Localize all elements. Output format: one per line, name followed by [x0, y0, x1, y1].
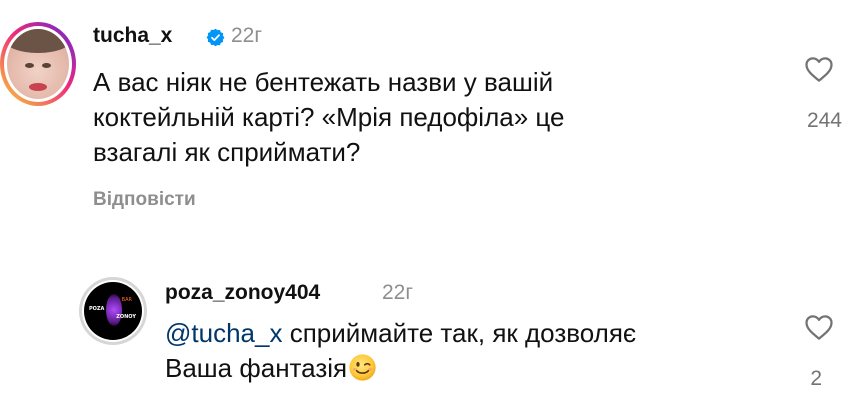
- avatar[interactable]: POZA ZONOY BAR: [82, 280, 144, 342]
- like-heart-icon[interactable]: [804, 55, 834, 83]
- comment-text-line: коктейльній карті? «Мрія педофіла» це: [93, 102, 565, 132]
- timestamp: 22г: [382, 281, 414, 304]
- comment-text-segment: Ваша фантазія: [165, 353, 348, 383]
- mention-link[interactable]: @tucha_x: [165, 318, 282, 348]
- winking-face-icon: [349, 354, 376, 381]
- comment-text: А вас ніяк не бентежать назви у вашій ко…: [93, 65, 564, 170]
- logo-text: ZONOY: [116, 314, 136, 320]
- verified-badge-icon: [206, 28, 225, 47]
- comment-text-line: взагалі як сприймати?: [93, 137, 361, 167]
- username[interactable]: poza_zonoy404: [165, 281, 320, 305]
- avatar-ring[interactable]: POZA ZONOY BAR: [79, 277, 147, 345]
- profile-photo: [7, 29, 69, 99]
- avatar-story-ring[interactable]: [0, 22, 76, 106]
- comment-poza-zonoy404: POZA ZONOY BAR poza_zonoy404 22г @tucha_…: [0, 240, 854, 409]
- reply-button[interactable]: Відповісти: [93, 189, 196, 211]
- logo-text: BAR: [121, 297, 132, 303]
- comment-text-line: Ваша фантазія: [165, 351, 636, 386]
- bar-logo-icon: POZA ZONOY BAR: [84, 282, 142, 340]
- comment-text: @tucha_x сприймайте так, як дозволяє Ваш…: [165, 316, 636, 386]
- username[interactable]: tucha_x: [93, 24, 172, 48]
- comment-text-line: @tucha_x сприймайте так, як дозволяє: [165, 316, 636, 351]
- comment-text-segment: сприймайте так, як дозволяє: [282, 318, 637, 348]
- avatar[interactable]: [4, 26, 72, 102]
- like-count: 2: [810, 367, 822, 390]
- timestamp: 22г: [231, 24, 263, 47]
- comment-tucha-x: tucha_x 22г А вас ніяк не бентежать назв…: [0, 0, 854, 240]
- like-heart-icon[interactable]: [804, 313, 834, 341]
- like-count: 244: [806, 109, 842, 132]
- logo-text: POZA: [89, 306, 105, 312]
- comment-text-line: А вас ніяк не бентежать назви у вашій: [93, 67, 554, 97]
